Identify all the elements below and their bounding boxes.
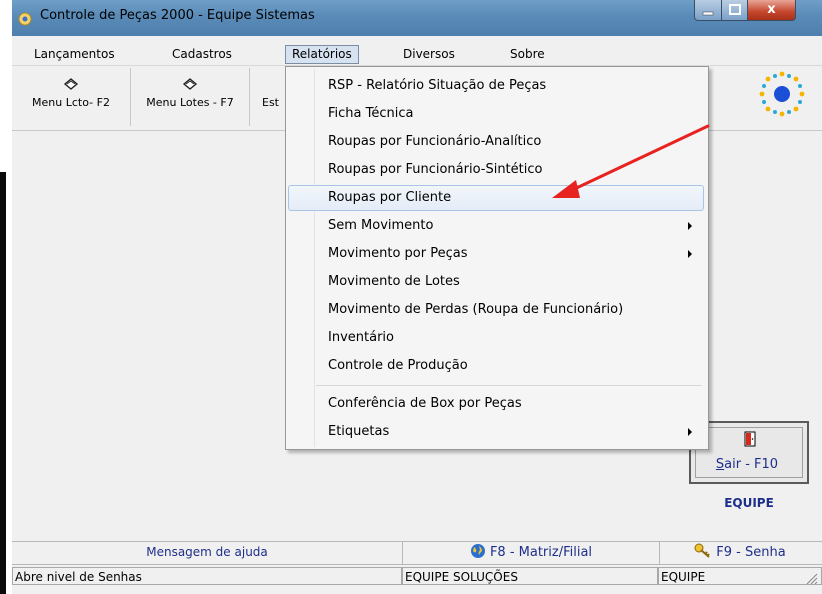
menu-item-label: Sem Movimento (328, 218, 434, 233)
menu-separator (316, 385, 702, 386)
help-bar: Mensagem de ajuda F8 - Matriz/Filial F9 … (12, 541, 822, 564)
book-icon (63, 78, 79, 90)
menu-item-label: Roupas por Funcionário-Analítico (328, 134, 542, 149)
submenu-arrow-icon (688, 250, 692, 258)
minimize-icon (702, 11, 714, 16)
equipe-logo-icon (759, 71, 805, 117)
menu-item-label: Controle de Produção (328, 358, 468, 373)
menu-item-roupas-func-analitico[interactable]: Roupas por Funcionário-Analítico (288, 129, 704, 155)
menu-diversos[interactable]: Diversos (403, 46, 455, 63)
menu-lotes-button[interactable]: Menu Lotes - F7 (131, 68, 250, 126)
globe-icon (470, 544, 485, 558)
menu-bar: Lançamentos Cadastros Relatórios Diverso… (12, 44, 822, 66)
menu-item-label: Conferência de Box por Peças (328, 396, 522, 411)
menu-sobre[interactable]: Sobre (510, 46, 545, 63)
minimize-button[interactable] (694, 0, 723, 21)
exit-label: Sair - F10 (691, 457, 803, 472)
status-user: EQUIPE (658, 567, 822, 585)
menu-item-etiquetas[interactable]: Etiquetas (288, 419, 704, 445)
menu-item-label: Roupas por Cliente (328, 190, 452, 205)
status-company: EQUIPE SOLUÇÕES (402, 567, 658, 585)
key-icon (694, 543, 711, 558)
relatorios-dropdown: RSP - Relatório Situação de Peças Ficha … (285, 66, 709, 450)
menu-item-controle-de-producao[interactable]: Controle de Produção (288, 353, 704, 379)
menu-item-rsp[interactable]: RSP - Relatório Situação de Peças (288, 73, 704, 99)
status-bar: Abre nivel de Senhas EQUIPE SOLUÇÕES EQU… (12, 564, 822, 587)
menu-item-label: Movimento de Lotes (328, 274, 460, 289)
menu-relatorios[interactable]: Relatórios (285, 45, 359, 64)
close-button[interactable]: x (747, 0, 796, 21)
menu-lcto-button[interactable]: Menu Lcto- F2 (12, 68, 131, 126)
menu-item-label: Roupas por Funcionário-Sintético (328, 162, 543, 177)
menu-item-label: Ficha Técnica (328, 106, 414, 121)
menu-item-label: Inventário (328, 330, 394, 345)
app-icon (18, 12, 32, 26)
menu-item-movimento-de-lotes[interactable]: Movimento de Lotes (288, 269, 704, 295)
desktop-edge (0, 172, 6, 594)
menu-item-inventario[interactable]: Inventário (288, 325, 704, 351)
exit-label-rest: air - F10 (724, 457, 779, 472)
menu-item-sem-movimento[interactable]: Sem Movimento (288, 213, 704, 239)
menu-item-label: Movimento por Peças (328, 246, 468, 261)
submenu-arrow-icon (688, 428, 692, 436)
maximize-button[interactable] (721, 0, 749, 21)
help-message-title: Mensagem de ajuda (146, 545, 268, 559)
status-message: Abre nivel de Senhas (12, 567, 402, 585)
resize-grip-icon[interactable] (802, 569, 818, 585)
menu-lotes-label: Menu Lotes - F7 (146, 96, 234, 109)
menu-lcto-label: Menu Lcto- F2 (32, 96, 110, 109)
senha-button[interactable]: F9 - Senha (658, 542, 822, 564)
matriz-filial-button[interactable]: F8 - Matriz/Filial (402, 542, 660, 564)
menu-item-label: Movimento de Perdas (Roupa de Funcionári… (328, 302, 624, 317)
menu-item-roupas-por-cliente[interactable]: Roupas por Cliente (288, 185, 704, 211)
title-bar[interactable]: Controle de Peças 2000 - Equipe Sistemas… (12, 0, 822, 36)
menu-lancamentos[interactable]: Lançamentos (34, 46, 115, 63)
matriz-filial-label: F8 - Matriz/Filial (489, 545, 593, 560)
menu-cadastros[interactable]: Cadastros (172, 46, 232, 63)
menu-item-label: Etiquetas (328, 424, 390, 439)
door-icon (744, 431, 756, 447)
menu-item-label: RSP - Relatório Situação de Peças (328, 78, 547, 93)
book-icon (182, 78, 198, 90)
brand-label: EQUIPE (724, 496, 774, 510)
close-icon: x (767, 2, 776, 17)
submenu-arrow-icon (688, 222, 692, 230)
menu-item-ficha-tecnica[interactable]: Ficha Técnica (288, 101, 704, 127)
menu-item-movimento-por-pecas[interactable]: Movimento por Peças (288, 241, 704, 267)
window-title: Controle de Peças 2000 - Equipe Sistemas (40, 8, 315, 23)
menu-item-movimento-de-perdas[interactable]: Movimento de Perdas (Roupa de Funcionári… (288, 297, 704, 323)
menu-item-conferencia-box[interactable]: Conferência de Box por Peças (288, 391, 704, 417)
senha-label: F9 - Senha (716, 545, 786, 560)
maximize-icon (729, 4, 741, 15)
exit-label-mnemonic: S (715, 457, 725, 472)
menu-item-roupas-func-sintetico[interactable]: Roupas por Funcionário-Sintético (288, 157, 704, 183)
